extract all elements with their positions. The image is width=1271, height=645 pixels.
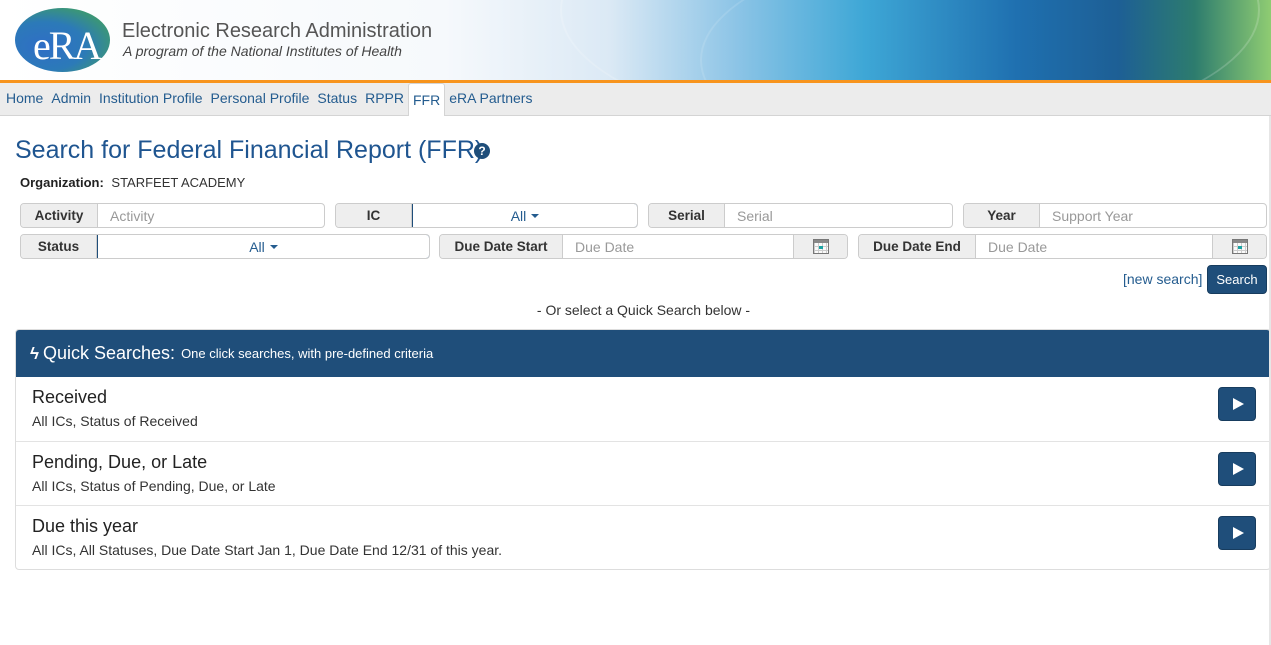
- nav-home[interactable]: Home: [2, 83, 47, 115]
- site-title: Electronic Research Administration: [122, 20, 433, 42]
- era-logo[interactable]: eRA: [15, 8, 110, 72]
- logo-text: eRA: [33, 23, 102, 68]
- quick-search-item: Pending, Due, or Late All ICs, Status of…: [16, 442, 1270, 506]
- quick-search-description: All ICs, All Statuses, Due Date Start Ja…: [32, 542, 503, 558]
- play-icon: [1232, 527, 1244, 539]
- page-title: Search for Federal Financial Report (FFR…: [15, 136, 484, 164]
- lightning-bolt-icon: ϟ: [30, 343, 39, 363]
- quick-search-item: Received All ICs, Status of Received: [16, 377, 1270, 442]
- nav-status[interactable]: Status: [313, 83, 361, 115]
- quick-search-description: All ICs, Status of Pending, Due, or Late: [32, 477, 276, 494]
- serial-field: Serial: [648, 203, 953, 228]
- calendar-icon: [1231, 239, 1248, 254]
- ic-selected-value: All: [510, 207, 527, 224]
- status-selected-value: All: [249, 238, 265, 255]
- activity-label: Activity: [21, 204, 98, 227]
- caret-down-icon: [531, 213, 540, 218]
- serial-input[interactable]: [725, 204, 952, 227]
- new-search-link[interactable]: [new search]: [1123, 271, 1202, 287]
- due-date-start-label: Due Date Start: [440, 235, 563, 258]
- due-date-start-input[interactable]: [563, 235, 793, 258]
- run-quick-search-button[interactable]: [1218, 451, 1256, 486]
- run-quick-search-button[interactable]: [1218, 516, 1256, 550]
- nav-rppr[interactable]: RPPR: [361, 83, 408, 115]
- quick-searches-panel: ϟ Quick Searches: One click searches, wi…: [15, 329, 1271, 570]
- due-date-end-input[interactable]: [976, 235, 1212, 258]
- ic-label: IC: [336, 204, 412, 227]
- quick-searches-title: Quick Searches:: [43, 343, 176, 363]
- quick-search-name: Due this year: [32, 516, 139, 536]
- play-icon: [1232, 462, 1244, 475]
- banner-decoration: [700, 0, 1271, 80]
- status-label: Status: [21, 235, 97, 258]
- nav-ffr[interactable]: FFR: [407, 83, 446, 116]
- nav-era-partners[interactable]: eRA Partners: [445, 83, 536, 115]
- year-input[interactable]: [1040, 204, 1266, 227]
- quick-search-item: Due this year All ICs, All Statuses, Due…: [16, 506, 1270, 569]
- site-subtitle: A program of the National Institutes of …: [123, 43, 402, 59]
- calendar-icon: [812, 239, 829, 254]
- due-date-end-calendar-button[interactable]: [1212, 235, 1266, 258]
- nav-personal-profile[interactable]: Personal Profile: [207, 83, 314, 115]
- ic-dropdown[interactable]: All: [412, 204, 637, 227]
- help-icon[interactable]: ?: [474, 143, 490, 159]
- quick-search-description: All ICs, Status of Received: [32, 413, 198, 429]
- header-banner: eRA Electronic Research Administration A…: [0, 0, 1271, 80]
- activity-input[interactable]: [98, 204, 324, 227]
- serial-label: Serial: [649, 204, 725, 227]
- nav-institution-profile[interactable]: Institution Profile: [95, 83, 207, 115]
- status-field: Status All: [20, 234, 430, 259]
- year-label: Year: [964, 204, 1040, 227]
- quick-searches-subtitle: One click searches, with pre-defined cri…: [181, 346, 434, 361]
- quick-search-divider-text: - Or select a Quick Search below -: [536, 302, 751, 318]
- due-date-end-field: Due Date End: [858, 234, 1267, 259]
- play-icon: [1232, 398, 1244, 410]
- due-date-start-field: Due Date Start: [439, 234, 848, 259]
- ic-field: IC All: [335, 203, 638, 228]
- caret-down-icon: [269, 244, 278, 249]
- quick-search-name: Received: [32, 387, 108, 407]
- organization: Organization: STARFEET ACADEMY: [20, 175, 245, 190]
- year-field: Year: [963, 203, 1267, 228]
- quick-searches-header: ϟ Quick Searches: One click searches, wi…: [16, 330, 1270, 377]
- organization-label: Organization:: [20, 175, 104, 190]
- run-quick-search-button[interactable]: [1218, 387, 1256, 421]
- organization-value: STARFEET ACADEMY: [111, 175, 246, 190]
- status-dropdown[interactable]: All: [97, 235, 429, 258]
- search-button[interactable]: Search: [1207, 265, 1267, 294]
- quick-search-name: Pending, Due, or Late: [32, 451, 208, 472]
- nav-admin[interactable]: Admin: [47, 83, 95, 115]
- main-nav: Home Admin Institution Profile Personal …: [0, 83, 1271, 116]
- activity-field: Activity: [20, 203, 325, 228]
- due-date-end-label: Due Date End: [859, 235, 976, 258]
- due-date-start-calendar-button[interactable]: [793, 235, 847, 258]
